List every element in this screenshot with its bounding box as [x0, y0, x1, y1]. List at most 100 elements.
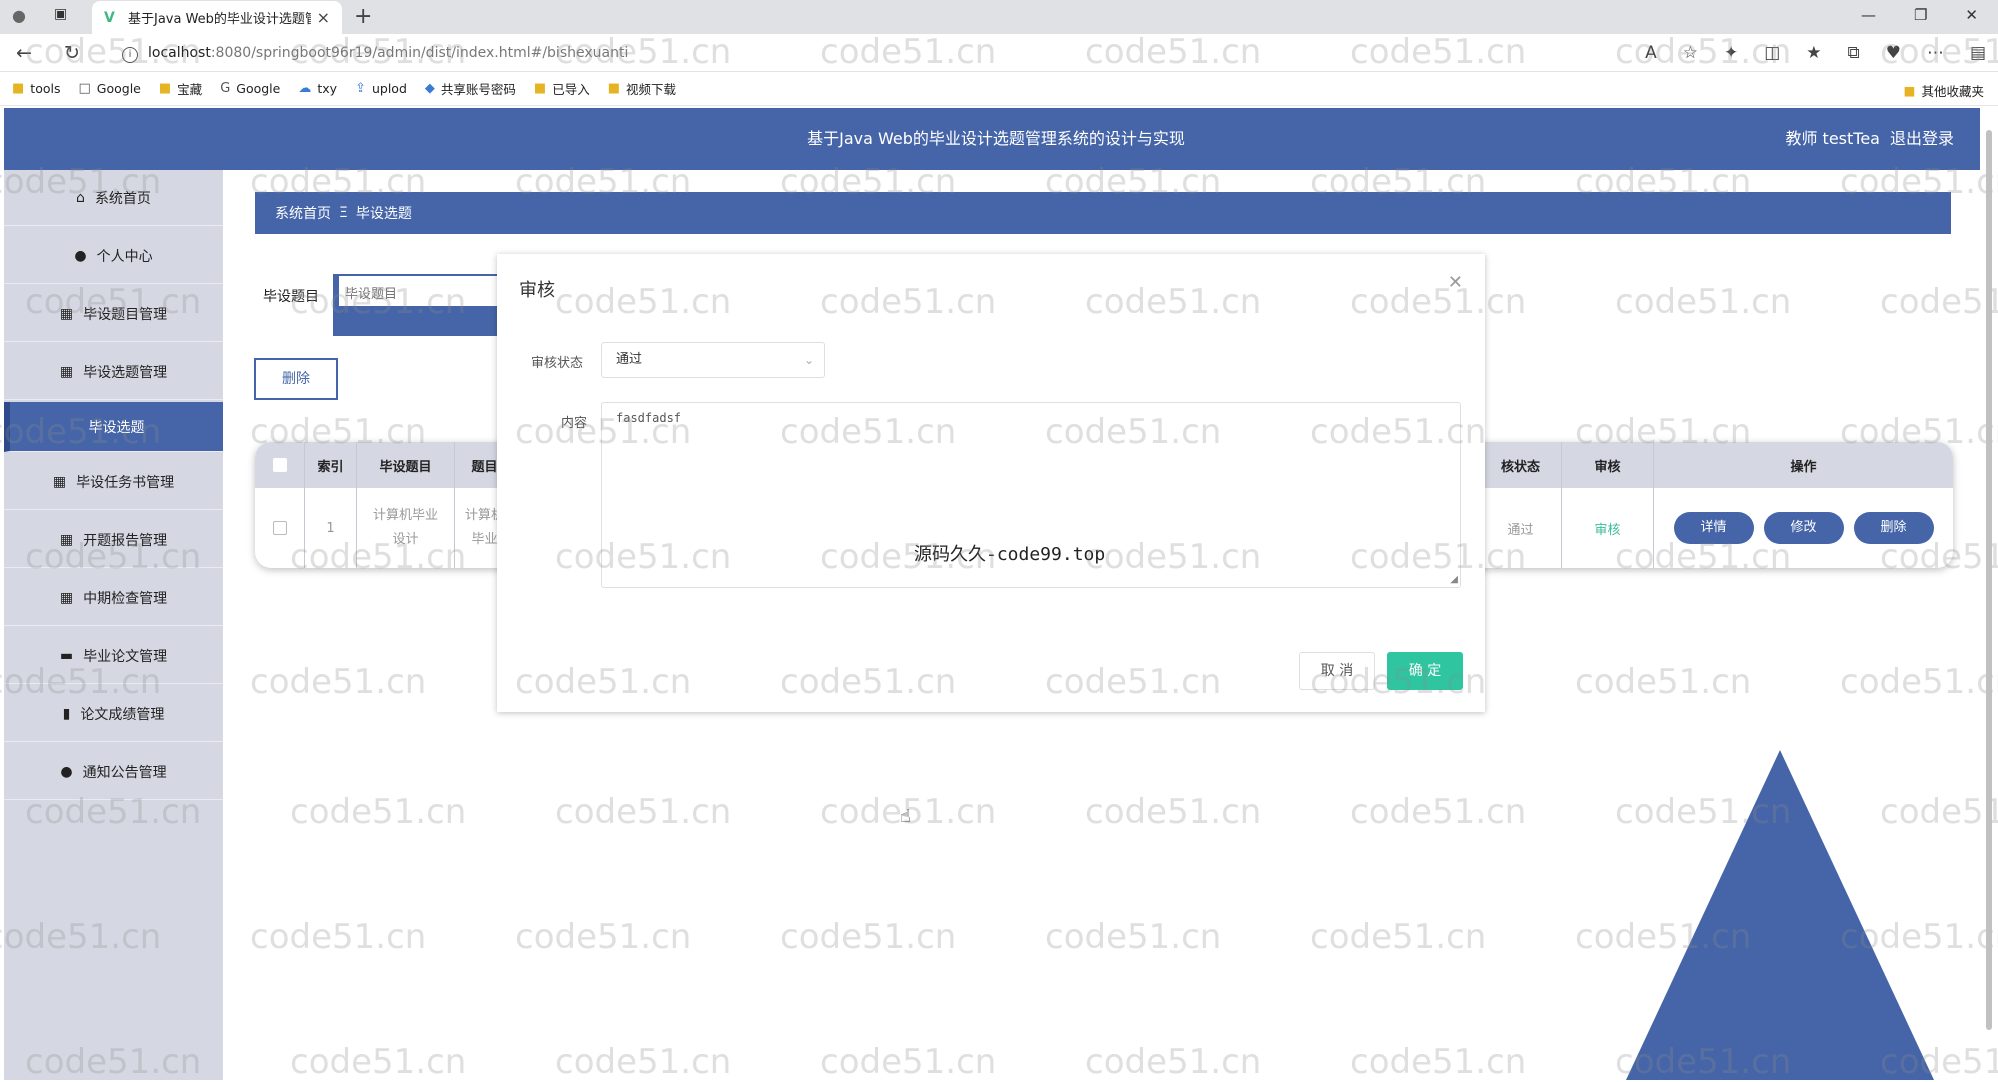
search-input[interactable] [345, 282, 495, 304]
browser-tabbar: ● ▣ V 基于Java Web的毕业设计选题管 × + — ❐ ✕ [0, 0, 1998, 34]
row-status: 通过 [1480, 488, 1562, 568]
url-field[interactable]: i localhost:8080/springboot96r19/admin/di… [122, 40, 628, 66]
delete-button[interactable]: 删除 [1853, 512, 1934, 544]
sidebar-item-profile[interactable]: ● 个人中心 [4, 228, 223, 284]
user-area: 教师 testTea 退出登录 [1775, 108, 1954, 170]
window-close-icon[interactable]: ✕ [1965, 6, 1978, 24]
edit-button[interactable]: 修改 [1763, 512, 1844, 544]
cancel-button[interactable]: 取 消 [1299, 652, 1375, 690]
user-name: 教师 testTea [1785, 129, 1880, 148]
header-topic: 毕设题目 [357, 442, 455, 488]
sidebar-item-home[interactable]: ⌂ 系统首页 [4, 170, 223, 226]
bookmark-item[interactable]: ■ 宝藏 [159, 79, 202, 98]
bookmark-item[interactable]: □ Google [78, 81, 140, 96]
share-icon: ◆ [424, 81, 435, 96]
close-icon[interactable]: × [317, 8, 330, 27]
audit-link[interactable]: 审核 [1594, 519, 1620, 538]
address-bar: ← ↻ i localhost:8080/springboot96r19/admi… [0, 34, 1998, 72]
overlay-watermark-text: 源码久久-code99.top [914, 544, 1106, 565]
sidebar-item-selection[interactable]: 毕设选题 [4, 402, 223, 452]
bookmark-item[interactable]: ◆ 共享账号密码 [425, 79, 516, 98]
cloud-icon: ☁ [298, 81, 312, 96]
more-icon[interactable]: ⋯ [1927, 43, 1944, 63]
extensions-icon[interactable]: ✦ [1724, 43, 1738, 63]
sidebar-item-score-mgmt[interactable]: ▮ 论文成绩管理 [4, 686, 223, 742]
collections-icon[interactable]: ⧉ [1848, 43, 1860, 63]
bookmark-item[interactable]: ■ 视频下载 [608, 79, 676, 98]
select-all-checkbox[interactable] [272, 458, 287, 472]
logout-link[interactable]: 退出登录 [1890, 129, 1954, 148]
folder-icon: ■ [158, 81, 172, 96]
profile-icon[interactable]: ● [12, 6, 26, 25]
breadcrumb-current: 毕设选题 [355, 206, 412, 222]
grid-icon: ▦ [52, 473, 67, 490]
bookmark-item[interactable]: ☁ txy [298, 81, 337, 96]
browser-tab[interactable]: V 基于Java Web的毕业设计选题管 × [92, 1, 342, 34]
batch-delete-button[interactable]: 删除 [254, 358, 338, 400]
audit-dialog: 审核 ✕ 审核状态 通过 ⌄ 内容 fasdfadsf ◢ 取 消 确 定 [497, 254, 1485, 712]
sidebar-item-selection-mgmt[interactable]: ▦ 毕设选题管理 [4, 344, 223, 400]
bar-chart-icon: ▮ [62, 705, 71, 722]
resize-handle-icon[interactable]: ◢ [1450, 574, 1458, 585]
row-select-cell [255, 488, 305, 568]
header-audit: 审核 [1562, 442, 1654, 488]
site-info-icon[interactable]: i [122, 47, 138, 63]
other-bookmarks[interactable]: ■ 其他收藏夹 [1904, 81, 1984, 100]
briefcase-icon: ▬ [59, 647, 74, 664]
close-icon[interactable]: ✕ [1448, 272, 1463, 293]
split-screen-icon[interactable]: ◫ [1764, 43, 1780, 63]
performance-icon[interactable]: ♥ [1886, 43, 1901, 63]
row-topic: 计算机毕业设计 [357, 488, 455, 568]
grid-icon: ▦ [59, 531, 74, 548]
reload-icon[interactable]: ↻ [64, 42, 80, 64]
home-icon: ⌂ [76, 189, 85, 206]
folder-icon: ■ [533, 81, 547, 96]
header-index: 索引 [305, 442, 357, 488]
grid-icon: ▦ [59, 363, 74, 380]
sidebar-item-midterm-mgmt[interactable]: ▦ 中期检查管理 [4, 570, 223, 626]
read-aloud-icon[interactable]: A [1645, 43, 1657, 63]
breadcrumb: 系统首页 Ξ 毕设选题 [255, 192, 1951, 234]
grid-icon: ▦ [59, 305, 74, 322]
new-tab-icon[interactable]: + [354, 4, 372, 29]
sidebar-item-proposal-mgmt[interactable]: ▦ 开题报告管理 [4, 512, 223, 568]
page-scrollbar[interactable] [1984, 110, 1994, 1070]
favorites-icon[interactable]: ★ [1806, 43, 1821, 63]
bookmark-item[interactable]: ■ tools [12, 81, 60, 96]
header-ops: 操作 [1790, 459, 1817, 475]
restore-icon[interactable]: ❐ [1914, 6, 1927, 24]
bookmark-item[interactable]: ⇪ uplod [355, 81, 407, 96]
search-field-bar [339, 306, 501, 334]
minimize-icon[interactable]: — [1861, 6, 1876, 24]
tab-actions-icon[interactable]: ▣ [54, 6, 67, 22]
upload-icon: ⇪ [355, 81, 366, 96]
sidebar-item-notice-mgmt[interactable]: ● 通知公告管理 [4, 744, 223, 800]
confirm-button[interactable]: 确 定 [1387, 652, 1463, 690]
dialog-title: 审核 [519, 280, 555, 301]
row-ops: 详情 修改 删除 [1654, 488, 1953, 568]
bookmarks-bar: ■ tools □ Google ■ 宝藏 G Google ☁ txy ⇪ uplod ◆… [0, 72, 1998, 106]
row-checkbox[interactable] [272, 521, 287, 535]
sidebar-item-thesis-mgmt[interactable]: ▬ 毕业论文管理 [4, 628, 223, 684]
detail-button[interactable]: 详情 [1673, 512, 1754, 544]
bookmark-item[interactable]: G Google [220, 81, 280, 96]
google-icon: G [220, 81, 231, 96]
sidebar-toggle-icon[interactable]: ▤ [1970, 43, 1986, 63]
content-text: fasdfadsf [616, 411, 682, 425]
folder-icon: ■ [607, 81, 621, 96]
page-icon: □ [78, 81, 91, 96]
scrollbar-thumb[interactable] [1986, 130, 1992, 1030]
mouse-cursor-icon: ☝ [900, 806, 911, 827]
window-controls: — ❐ ✕ [1861, 6, 1978, 24]
url-host: localhost [148, 45, 211, 61]
bookmark-item[interactable]: ■ 已导入 [534, 79, 590, 98]
sidebar-item-topic-mgmt[interactable]: ▦ 毕设题目管理 [4, 286, 223, 342]
favorite-star-icon[interactable]: ☆ [1683, 43, 1698, 63]
breadcrumb-home[interactable]: 系统首页 [275, 203, 331, 223]
row-audit-cell: 审核 [1562, 488, 1654, 568]
row-index: 1 [305, 488, 357, 568]
sidebar-item-task-mgmt[interactable]: ▦ 毕设任务书管理 [4, 454, 223, 510]
status-select[interactable]: 通过 ⌄ [601, 342, 825, 378]
decorative-triangle [1626, 750, 1934, 1080]
back-icon[interactable]: ← [16, 42, 32, 64]
